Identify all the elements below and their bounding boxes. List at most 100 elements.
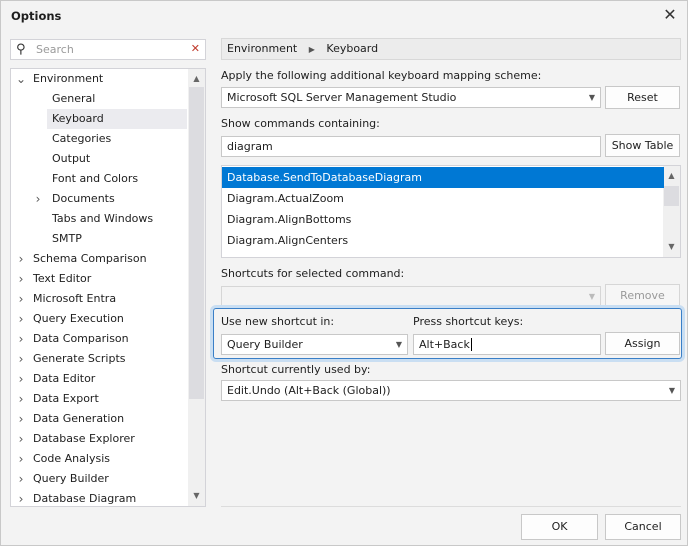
search-input[interactable]: ⚲ Search ✕ — [10, 39, 206, 60]
tree-item[interactable]: Output — [11, 149, 187, 169]
tree-item-label: Database Explorer — [33, 432, 135, 445]
chevron-right-icon[interactable]: › — [16, 289, 26, 309]
tree-item[interactable]: › Data Export — [11, 389, 187, 409]
list-scrollbar[interactable]: ▲ ▼ — [663, 166, 680, 257]
tree-item[interactable]: Tabs and Windows — [11, 209, 187, 229]
chevron-down-icon: ▼ — [395, 340, 402, 349]
chevron-right-icon[interactable]: › — [16, 409, 26, 429]
tree-item[interactable]: › Database Explorer — [11, 429, 187, 449]
chevron-right-icon[interactable]: › — [16, 269, 26, 289]
show-table-button[interactable]: Show Table — [605, 134, 680, 157]
tree-item-label: Data Editor — [33, 372, 96, 385]
scope-select[interactable]: Query Builder ▼ — [221, 334, 408, 355]
breadcrumb-environment[interactable]: Environment — [227, 42, 297, 55]
used-by-label: Shortcut currently used by: — [221, 363, 371, 376]
options-tree[interactable]: ▲ ▼ ⌄ Environment General Keyboard Categorie… — [10, 68, 206, 507]
tree-item[interactable]: SMTP — [11, 229, 187, 249]
breadcrumb-keyboard: Keyboard — [326, 42, 379, 55]
mapping-scheme-select[interactable]: Microsoft SQL Server Management Studio ▼ — [221, 87, 601, 108]
tree-item[interactable]: › Query Builder — [11, 469, 187, 489]
commands-filter-input[interactable]: diagram — [221, 136, 601, 157]
search-icon: ⚲ — [16, 42, 26, 57]
tree-item[interactable]: Font and Colors — [11, 169, 187, 189]
tree-item-label: General — [52, 92, 96, 105]
clear-search-icon[interactable]: ✕ — [191, 42, 200, 55]
tree-item[interactable]: › Query Execution — [11, 309, 187, 329]
scope-value: Query Builder — [227, 338, 303, 351]
chevron-down-icon: ▼ — [588, 292, 595, 301]
tree-item-label: Categories — [52, 132, 112, 145]
chevron-right-icon[interactable]: › — [16, 429, 26, 449]
tree-item[interactable]: › Data Generation — [11, 409, 187, 429]
remove-button[interactable]: Remove — [605, 284, 680, 307]
tree-item[interactable]: › Generate Scripts — [11, 349, 187, 369]
scroll-up-icon[interactable]: ▲ — [188, 71, 205, 87]
commands-list[interactable]: ▲ ▼ Database.SendToDatabaseDiagram Diagra… — [221, 165, 681, 258]
tree-item-label: Generate Scripts — [33, 352, 126, 365]
chevron-right-icon[interactable]: › — [16, 489, 26, 506]
tree-item[interactable]: › Database Diagram — [11, 489, 187, 506]
scroll-down-icon[interactable]: ▼ — [188, 488, 205, 504]
tree-item-label: Microsoft Entra — [33, 292, 117, 305]
chevron-right-icon[interactable]: › — [33, 189, 43, 209]
used-by-value: Edit.Undo (Alt+Back (Global)) — [227, 384, 391, 397]
dialog-title: Options — [11, 9, 62, 23]
chevron-right-icon[interactable]: › — [16, 449, 26, 469]
command-item[interactable]: Database.SendToDatabaseDiagram — [222, 167, 664, 188]
chevron-down-icon: ▼ — [668, 386, 675, 395]
tree-item-label: SMTP — [52, 232, 82, 245]
scroll-down-icon[interactable]: ▼ — [663, 239, 680, 255]
scrollbar-thumb[interactable] — [189, 87, 204, 399]
shortcut-keys-value: Alt+Back — [419, 338, 470, 351]
tree-item-label: Keyboard — [52, 112, 104, 125]
chevron-down-icon[interactable]: ⌄ — [16, 69, 26, 89]
chevron-right-icon[interactable]: › — [16, 309, 26, 329]
used-by-select[interactable]: Edit.Undo (Alt+Back (Global)) ▼ — [221, 380, 681, 401]
tree-item-label: Data Comparison — [33, 332, 129, 345]
tree-item[interactable]: › Code Analysis — [11, 449, 187, 469]
shortcut-keys-input[interactable]: Alt+Back — [413, 334, 601, 355]
ok-button[interactable]: OK — [521, 514, 598, 540]
tree-scrollbar[interactable]: ▲ ▼ — [188, 69, 205, 506]
reset-button[interactable]: Reset — [605, 86, 680, 109]
command-item[interactable]: Diagram.AlignLefts — [222, 251, 664, 257]
command-item[interactable]: Diagram.ActualZoom — [222, 188, 664, 209]
tree-item-label: Documents — [52, 192, 115, 205]
chevron-right-icon[interactable]: › — [16, 329, 26, 349]
tree-item[interactable]: › Data Comparison — [11, 329, 187, 349]
command-item[interactable]: Diagram.AlignBottoms — [222, 209, 664, 230]
chevron-right-icon[interactable]: › — [16, 349, 26, 369]
close-button[interactable]: ✕ — [661, 6, 679, 24]
tree-item[interactable]: Categories — [11, 129, 187, 149]
command-item[interactable]: Diagram.AlignCenters — [222, 230, 664, 251]
chevron-right-icon[interactable]: › — [16, 469, 26, 489]
tree-item[interactable]: › Text Editor — [11, 269, 187, 289]
tree-item-label: Tabs and Windows — [52, 212, 154, 225]
chevron-right-icon[interactable]: › — [16, 369, 26, 389]
chevron-down-icon: ▼ — [588, 93, 595, 102]
tree-item[interactable]: › Microsoft Entra — [11, 289, 187, 309]
chevron-right-icon[interactable]: › — [16, 249, 26, 269]
cancel-button[interactable]: Cancel — [605, 514, 681, 540]
tree-item-label: Database Diagram — [33, 492, 137, 505]
tree-item-label: Code Analysis — [33, 452, 110, 465]
tree-item[interactable]: › Data Editor — [11, 369, 187, 389]
shortcuts-select[interactable]: ▼ — [221, 286, 601, 307]
mapping-label: Apply the following additional keyboard … — [221, 69, 542, 82]
tree-item[interactable]: Keyboard — [47, 109, 187, 129]
assign-button[interactable]: Assign — [605, 332, 680, 355]
tree-item[interactable]: ⌄ Environment — [11, 69, 187, 89]
scope-label: Use new shortcut in: — [221, 315, 335, 328]
tree-item[interactable]: General — [11, 89, 187, 109]
tree-item-label: Output — [52, 152, 91, 165]
tree-item-label: Environment — [33, 72, 104, 85]
search-placeholder: Search — [36, 43, 74, 56]
tree-item-label: Data Export — [33, 392, 99, 405]
tree-item[interactable]: › Documents — [11, 189, 187, 209]
scroll-up-icon[interactable]: ▲ — [663, 168, 680, 184]
chevron-right-icon[interactable]: › — [16, 389, 26, 409]
tree-item-label: Query Execution — [33, 312, 124, 325]
tree-item[interactable]: › Schema Comparison — [11, 249, 187, 269]
mapping-scheme-value: Microsoft SQL Server Management Studio — [227, 91, 457, 104]
scrollbar-thumb[interactable] — [664, 186, 679, 206]
